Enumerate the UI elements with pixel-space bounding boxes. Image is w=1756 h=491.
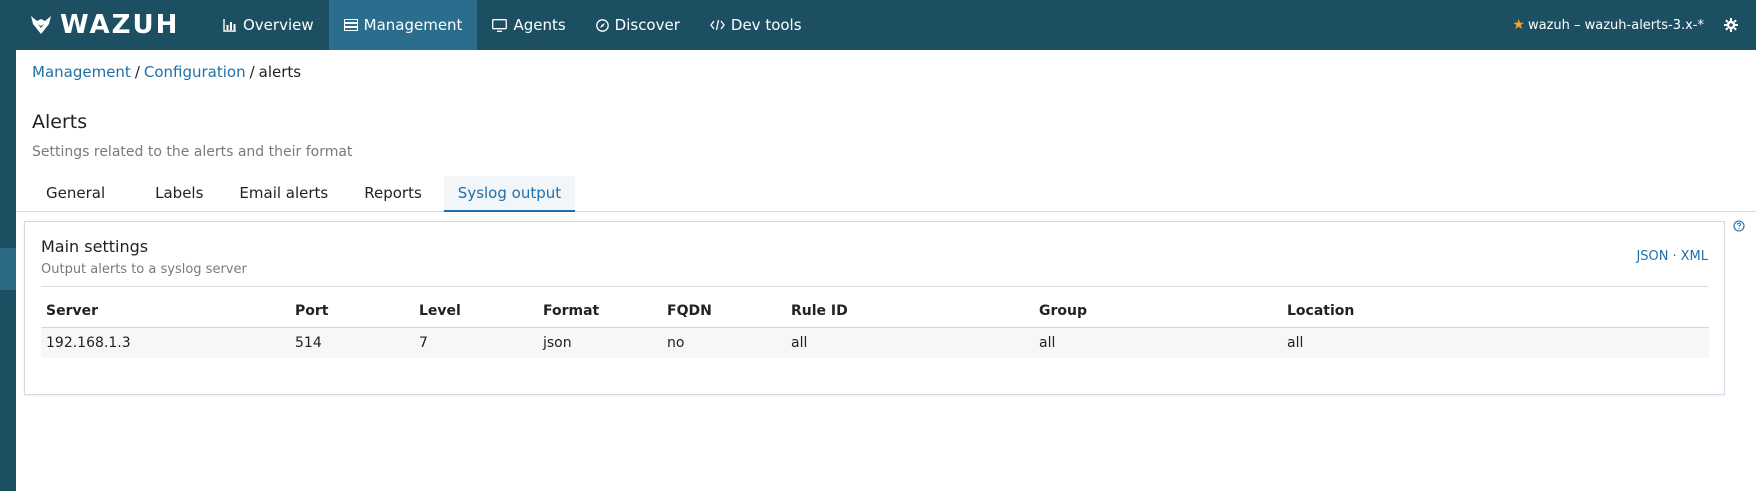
tab-general[interactable]: General — [32, 176, 119, 212]
breadcrumb-link-configuration[interactable]: Configuration — [144, 63, 246, 81]
column-header-rule-id: Rule ID — [786, 295, 1034, 328]
table-header-row: Server Port Level Format FQDN Rule ID Gr… — [41, 295, 1709, 328]
json-link[interactable]: JSON — [1636, 249, 1668, 264]
help-icon[interactable] — [1733, 220, 1745, 232]
panel-divider — [41, 286, 1708, 287]
compass-icon — [595, 18, 609, 32]
wazuh-logo[interactable]: WAZUH — [0, 0, 208, 50]
breadcrumb-separator: / — [249, 63, 255, 81]
tab-email-alerts[interactable]: Email alerts — [225, 176, 342, 212]
main-settings-panel: Main settings Output alerts to a syslog … — [24, 221, 1725, 395]
top-navigation: WAZUH Overview Management Agents Discove… — [0, 0, 1756, 50]
wolf-icon — [31, 16, 51, 34]
nav-item-label: Discover — [614, 16, 680, 34]
nav-item-dev-tools[interactable]: Dev tools — [695, 0, 817, 50]
cell-fqdn: no — [662, 327, 786, 358]
cell-rule-id: all — [786, 327, 1034, 358]
star-icon: ★ — [1512, 17, 1525, 33]
left-sidebar-strip — [0, 0, 16, 491]
breadcrumb-separator: / — [134, 63, 140, 81]
breadcrumb-link-management[interactable]: Management — [32, 63, 131, 81]
nav-item-label: Management — [363, 16, 463, 34]
link-separator: · — [1672, 249, 1677, 264]
cell-level: 7 — [414, 327, 538, 358]
page-subtitle: Settings related to the alerts and their… — [32, 144, 353, 160]
sidebar-marker — [0, 248, 16, 290]
page-title: Alerts — [32, 111, 88, 133]
column-header-level: Level — [414, 295, 538, 328]
list-icon — [343, 19, 358, 31]
panel-subtitle: Output alerts to a syslog server — [41, 262, 247, 277]
column-header-server: Server — [41, 295, 290, 328]
cell-server: 192.168.1.3 — [41, 327, 290, 358]
monitor-icon — [492, 18, 508, 32]
panel-title: Main settings — [41, 237, 149, 256]
config-tabs: General Labels Email alerts Reports Sysl… — [16, 176, 1756, 212]
nav-item-overview[interactable]: Overview — [208, 0, 329, 50]
cell-format: json — [538, 327, 662, 358]
nav-item-label: Dev tools — [730, 16, 802, 34]
column-header-group: Group — [1034, 295, 1282, 328]
column-header-location: Location — [1282, 295, 1709, 328]
tab-syslog-output[interactable]: Syslog output — [443, 176, 576, 212]
column-header-port: Port — [290, 295, 414, 328]
logo-text: WAZUH — [60, 10, 180, 40]
cell-location: all — [1282, 327, 1709, 358]
column-header-format: Format — [538, 295, 662, 328]
nav-item-label: Agents — [513, 16, 566, 34]
xml-link[interactable]: XML — [1681, 249, 1708, 264]
nav-item-label: Overview — [243, 16, 314, 34]
tab-labels[interactable]: Labels — [141, 176, 217, 212]
nav-item-management[interactable]: Management — [328, 0, 478, 50]
cell-group: all — [1034, 327, 1282, 358]
breadcrumb-current: alerts — [258, 63, 302, 81]
nav-item-agents[interactable]: Agents — [477, 0, 580, 50]
table-row: 192.168.1.3 514 7 json no all all all — [41, 327, 1709, 358]
format-links: JSON · XML — [1636, 249, 1708, 264]
column-header-fqdn: FQDN — [662, 295, 786, 328]
code-icon — [710, 19, 725, 31]
nav-item-discover[interactable]: Discover — [581, 0, 695, 50]
bar-chart-icon — [223, 18, 237, 32]
syslog-table: Server Port Level Format FQDN Rule ID Gr… — [41, 295, 1709, 358]
index-pattern-selector[interactable]: wazuh – wazuh-alerts-3.x-* — [1528, 18, 1704, 33]
tab-reports[interactable]: Reports — [350, 176, 436, 212]
breadcrumb: Management / Configuration / alerts — [32, 63, 301, 81]
cell-port: 514 — [290, 327, 414, 358]
nav-right-area: ★ wazuh – wazuh-alerts-3.x-* — [1512, 0, 1756, 50]
gear-icon[interactable] — [1724, 18, 1738, 32]
